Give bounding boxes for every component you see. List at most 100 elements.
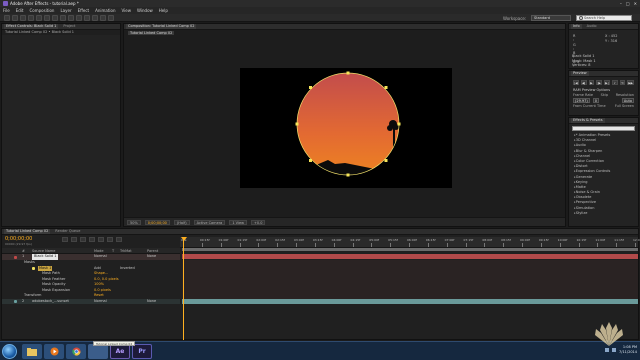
- layer-row-2[interactable]: 2 adobestock_...sunset Normal None: [2, 298, 180, 305]
- mask-tool-icon[interactable]: [52, 15, 58, 21]
- mask-vertex: [384, 86, 388, 89]
- after-effects-icon: [3, 1, 8, 6]
- tab-effect-controls[interactable]: Effect Controls: Black Solid 1: [4, 24, 59, 29]
- zoom-dropdown[interactable]: 50%: [127, 219, 141, 225]
- mask-color-swatch[interactable]: [32, 267, 35, 270]
- draft-3d-icon[interactable]: [80, 237, 86, 242]
- ruler-tick-mark: [390, 243, 392, 247]
- resolution-dropdown-preview[interactable]: Auto: [621, 98, 634, 103]
- layer-name[interactable]: adobestock_...sunset: [32, 299, 69, 305]
- effects-category-item[interactable]: Stylize: [569, 211, 638, 216]
- play-icon[interactable]: ▶: [588, 80, 595, 85]
- composition-viewer[interactable]: [240, 68, 452, 188]
- comp-subtab[interactable]: Tutorial Linked Comp 02: [128, 31, 175, 35]
- camera-dropdown[interactable]: Active Camera: [193, 219, 226, 225]
- views-dropdown[interactable]: 1 View: [229, 219, 247, 225]
- chrome-icon[interactable]: [66, 344, 86, 359]
- motion-blur-icon[interactable]: [107, 237, 113, 242]
- menu-edit[interactable]: Edit: [16, 8, 24, 13]
- workspace-dropdown[interactable]: Standard: [531, 15, 571, 21]
- tab-info[interactable]: Info: [571, 24, 582, 29]
- previous-frame-icon[interactable]: ◀|: [580, 80, 587, 85]
- layer-mode-dropdown[interactable]: Normal: [94, 299, 107, 305]
- mask-vertex: [397, 122, 401, 126]
- close-button[interactable]: ✕: [634, 1, 637, 6]
- layer-1-duration-bar[interactable]: [182, 254, 638, 259]
- volume-icon[interactable]: [612, 348, 616, 352]
- full-screen-checkbox[interactable]: Full Screen: [615, 104, 634, 109]
- zoom-tool-icon[interactable]: [20, 15, 26, 21]
- network-icon[interactable]: [605, 348, 609, 352]
- time-ruler[interactable]: 00s00:15f01:00f01:15f02:00f02:15f03:00f0…: [180, 237, 640, 248]
- menu-composition[interactable]: Composition: [29, 8, 54, 13]
- effect-controls-subtitle: Tutorial Linked Comp 02 • Black Solid 1: [2, 30, 120, 35]
- layer-name-field[interactable]: Black Solid 1: [32, 254, 59, 260]
- tab-composition[interactable]: Composition: Tutorial Linked Comp 02: [126, 24, 197, 29]
- eraser-tool-icon[interactable]: [92, 15, 98, 21]
- audio-icon[interactable]: ♪: [611, 80, 618, 85]
- selection-tool-icon[interactable]: [4, 15, 10, 21]
- menu-help[interactable]: Help: [159, 8, 168, 13]
- menu-window[interactable]: Window: [137, 8, 153, 13]
- layer-mode-dropdown[interactable]: Normal: [94, 254, 107, 260]
- premiere-taskbar-icon[interactable]: Pr: [132, 344, 152, 359]
- label-color-swatch[interactable]: [14, 300, 17, 303]
- start-button[interactable]: [2, 344, 17, 359]
- layer-parent-dropdown[interactable]: None: [147, 254, 156, 260]
- puppet-tool-icon[interactable]: [108, 15, 114, 21]
- menu-file[interactable]: File: [3, 8, 10, 13]
- label-color-swatch[interactable]: [14, 255, 17, 259]
- help-search-input[interactable]: Search Help: [576, 15, 632, 21]
- minimize-button[interactable]: –: [620, 1, 622, 6]
- clone-stamp-tool-icon[interactable]: [84, 15, 90, 21]
- playhead-handle-icon[interactable]: [181, 237, 187, 241]
- type-tool-icon[interactable]: [68, 15, 74, 21]
- menu-view[interactable]: View: [122, 8, 132, 13]
- tab-timeline-comp[interactable]: Tutorial Linked Comp 02: [4, 229, 51, 234]
- loop-icon[interactable]: ↻: [619, 80, 626, 85]
- tab-effects-presets[interactable]: Effects & Presets: [571, 118, 605, 123]
- last-frame-icon[interactable]: ▶|: [604, 80, 610, 85]
- menu-effect[interactable]: Effect: [78, 8, 90, 13]
- frame-rate-dropdown[interactable]: (29.97): [573, 98, 590, 103]
- search-layers-icon[interactable]: [62, 237, 68, 242]
- hand-tool-icon[interactable]: [12, 15, 18, 21]
- exposure-value[interactable]: +0.0: [250, 219, 266, 225]
- first-frame-icon[interactable]: |◀: [573, 80, 579, 85]
- y-value: Y : 316: [605, 38, 618, 43]
- pan-behind-tool-icon[interactable]: [44, 15, 50, 21]
- shy-layers-icon[interactable]: [89, 237, 95, 242]
- resolution-dropdown[interactable]: (Half): [173, 219, 190, 225]
- current-time-indicator[interactable]: [183, 237, 184, 340]
- effects-search-input[interactable]: [572, 126, 635, 131]
- ruler-tick-label: 11:00f: [595, 238, 606, 242]
- layer-parent-dropdown[interactable]: None: [147, 299, 156, 305]
- comp-artwork: [295, 71, 401, 177]
- explorer-icon[interactable]: [22, 344, 42, 359]
- frame-blending-icon[interactable]: [98, 237, 104, 242]
- current-time-display[interactable]: 0;00;00;00: [144, 219, 170, 225]
- media-player-icon[interactable]: [44, 344, 64, 359]
- from-current-time-checkbox[interactable]: From Current Time: [573, 104, 606, 109]
- camera-tool-icon[interactable]: [36, 15, 42, 21]
- next-frame-icon[interactable]: |▶: [596, 80, 603, 85]
- rotate-tool-icon[interactable]: [28, 15, 34, 21]
- layer-2-duration-bar[interactable]: [182, 298, 638, 304]
- comp-mini-flowchart-icon[interactable]: [71, 237, 77, 242]
- pen-tool-icon[interactable]: [60, 15, 66, 21]
- tab-audio[interactable]: Audio: [585, 24, 599, 29]
- graph-editor-icon[interactable]: [116, 237, 122, 242]
- layer-row-1[interactable]: 1 Black Solid 1 Normal None: [2, 254, 180, 260]
- skip-field[interactable]: 0: [592, 98, 599, 103]
- tab-preview[interactable]: Preview: [571, 71, 589, 76]
- menu-layer[interactable]: Layer: [60, 8, 71, 13]
- work-area-bar[interactable]: [182, 248, 638, 251]
- roto-brush-tool-icon[interactable]: [100, 15, 106, 21]
- menu-animation[interactable]: Animation: [95, 8, 115, 13]
- ram-preview-icon[interactable]: ▶▶: [627, 80, 634, 85]
- tab-project[interactable]: Project: [61, 24, 77, 29]
- tab-render-queue[interactable]: Render Queue: [53, 229, 82, 234]
- brush-tool-icon[interactable]: [76, 15, 82, 21]
- ruler-tick-label: 09:15f: [538, 238, 549, 242]
- maximize-button[interactable]: □: [626, 1, 630, 6]
